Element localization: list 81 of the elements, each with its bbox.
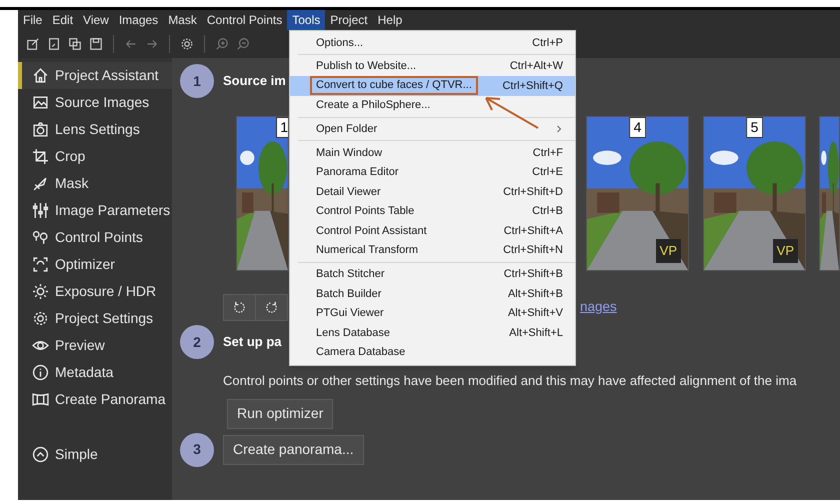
menu-item[interactable]: File: [18, 10, 48, 30]
sidebar-item[interactable]: Preview: [18, 332, 172, 359]
menu-item[interactable]: Mask: [163, 10, 202, 30]
shortcut: Ctrl+Shift+Q: [502, 78, 563, 94]
menu-item-label: Control Points Table: [316, 204, 414, 220]
menu-item-label: Open Folder: [316, 122, 378, 137]
sidebar-item[interactable]: Control Points: [18, 224, 172, 251]
menu-item[interactable]: Batch Builder Alt+Shift+B: [290, 284, 575, 304]
sidebar-item[interactable]: Crop: [18, 143, 172, 170]
menu-item[interactable]: PTGui Viewer Alt+Shift+V: [290, 304, 575, 324]
menu-item[interactable]: Tools: [287, 10, 326, 30]
menu-item-label: Convert to cube faces / QTVR...: [310, 76, 478, 96]
sidebar-item[interactable]: Mask: [18, 170, 172, 197]
menu-item[interactable]: Project: [325, 10, 373, 30]
menu-item-label: PTGui Viewer: [316, 306, 384, 322]
shortcut: Alt+Shift+L: [509, 326, 563, 341]
shortcut: Ctrl+Shift+D: [503, 184, 563, 200]
sidebar-item[interactable]: Metadata: [18, 359, 172, 386]
menu-item-label: Panorama Editor: [316, 165, 399, 180]
menu-item[interactable]: Edit: [47, 10, 78, 30]
menu-item[interactable]: Numerical Transform Ctrl+Shift+N: [290, 240, 575, 261]
sidebar-item[interactable]: Project Assistant: [18, 62, 172, 89]
menu-item-label: Detail Viewer: [316, 184, 381, 200]
shortcut: Alt+Shift+B: [508, 286, 563, 302]
menu-item[interactable]: Convert to cube faces / QTVR... Ctrl+Shift+Q: [290, 76, 575, 96]
vp-badge: VP: [656, 239, 681, 263]
create-panorama-button[interactable]: Create panorama...: [223, 434, 364, 464]
menu-item[interactable]: View: [78, 10, 114, 30]
step-number: 3: [180, 432, 214, 466]
menu-item[interactable]: Batch Stitcher Ctrl+Shift+B: [290, 264, 575, 284]
shortcut: Ctrl+B: [532, 204, 563, 220]
menu-item-label: Control Point Assistant: [316, 224, 427, 239]
menu-item[interactable]: Lens Database Alt+Shift+L: [290, 323, 575, 343]
sidebar-item[interactable]: Project Settings: [18, 305, 172, 332]
vp-badge: VP: [772, 239, 798, 263]
shortcut: Ctrl+Shift+N: [503, 243, 563, 258]
menu-item-label: Batch Stitcher: [316, 267, 384, 282]
menu-item[interactable]: Control Point Assistant Ctrl+Shift+A: [290, 221, 575, 241]
menu-item-label: Batch Builder: [316, 286, 382, 302]
menu-item[interactable]: Control Points Table Ctrl+B: [290, 202, 575, 222]
menu-item[interactable]: Create a PhiloSphere...: [290, 96, 575, 116]
menu-item[interactable]: Camera Database: [290, 342, 575, 362]
menu-item[interactable]: Main Window Ctrl+F: [290, 142, 575, 163]
image-number: 1: [276, 117, 288, 138]
sidebar-item[interactable]: Create Panorama: [18, 386, 172, 413]
mode-toggle[interactable]: Simple: [18, 441, 172, 468]
sidebar-item[interactable]: Image Parameters: [18, 197, 172, 224]
sidebar-item[interactable]: Source Images: [18, 89, 172, 116]
step-number: 1: [180, 64, 214, 98]
menu-item[interactable]: Panorama Editor Ctrl+E: [290, 162, 575, 182]
sidebar-item[interactable]: Lens Settings: [18, 116, 172, 143]
menu-item[interactable]: Images: [114, 10, 164, 30]
shortcut: Alt+Shift+V: [508, 306, 563, 322]
step-title: Source im: [223, 72, 286, 90]
run-optimizer-button[interactable]: Run optimizer: [227, 398, 334, 428]
image-number: 5: [746, 117, 764, 138]
menu-item-label: Lens Database: [316, 326, 390, 341]
shortcut: Ctrl+F: [532, 146, 563, 161]
link[interactable]: nages: [580, 296, 617, 318]
menu-item[interactable]: Detail Viewer Ctrl+Shift+D: [290, 182, 575, 202]
menu-item-label: Options...: [316, 36, 364, 51]
menu-item-label: Numerical Transform: [316, 243, 418, 258]
shortcut: Ctrl+Alt+W: [510, 59, 563, 74]
sidebar-item[interactable]: Exposure / HDR: [18, 278, 172, 305]
shortcut: Ctrl+P: [532, 36, 563, 51]
shortcut: Ctrl+Shift+B: [504, 267, 563, 282]
menu-item[interactable]: Help: [372, 10, 408, 30]
menu-item[interactable]: Publish to Website... Ctrl+Alt+W: [290, 56, 575, 76]
image-number: 4: [628, 117, 646, 138]
menu-item-label: Publish to Website...: [316, 59, 416, 74]
step-number: 2: [180, 325, 214, 359]
step-title: Set up pa: [223, 333, 282, 352]
sidebar-item[interactable]: Optimizer: [18, 251, 172, 278]
status-message: Control points or other settings have been modified and this may have affected alignment of the ima: [223, 372, 798, 390]
menu-item[interactable]: Open Folder: [290, 119, 575, 139]
menu-item-label: Camera Database: [316, 345, 406, 360]
shortcut: Ctrl+E: [532, 165, 563, 180]
menu-item-label: Main Window: [316, 146, 382, 161]
menu-item-label: Create a PhiloSphere...: [316, 98, 430, 114]
menu-item[interactable]: Control Points: [202, 10, 288, 30]
shortcut: Ctrl+Shift+A: [504, 224, 563, 239]
